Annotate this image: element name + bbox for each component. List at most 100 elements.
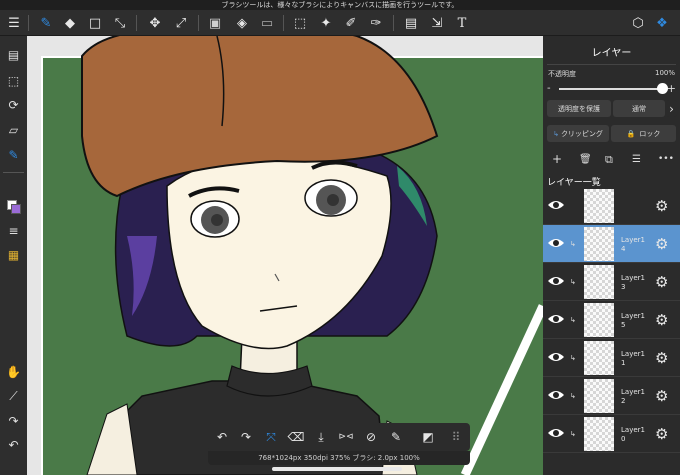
minus-icon[interactable]: - — [547, 83, 551, 94]
eye-icon[interactable] — [547, 275, 565, 287]
save-icon[interactable]: ◩ — [418, 427, 438, 447]
home-indicator — [272, 467, 402, 471]
clipping-button[interactable]: ↳ クリッピング — [547, 125, 609, 142]
divider — [3, 172, 24, 173]
eyedropper-icon[interactable]: ⟋ — [3, 386, 24, 407]
grab-icon[interactable]: ⇲ — [427, 13, 447, 33]
eye-icon[interactable] — [547, 389, 565, 401]
layer-row[interactable]: ↳ Layer15 ⚙ — [543, 301, 680, 339]
redo-icon[interactable]: ↷ — [3, 410, 24, 431]
select-pen-icon[interactable]: ✐ — [341, 13, 361, 33]
layer-name: Layer13 — [621, 274, 645, 291]
layer-panel: レイヤー 不透明度 100% - + 透明度を保護 通常 › ↳ クリッピング 🔒… — [543, 36, 680, 475]
grip-icon[interactable]: ⠿ — [446, 427, 466, 447]
clip-marker-icon: ↳ — [570, 354, 576, 362]
eye-icon[interactable] — [547, 427, 565, 439]
layer-row[interactable]: ↳ Layer12 ⚙ — [543, 377, 680, 415]
more-icon[interactable]: ••• — [658, 154, 674, 164]
import-icon[interactable]: ⤓ — [311, 427, 331, 447]
undo-icon[interactable]: ↶ — [3, 434, 24, 455]
select-eraser-icon[interactable]: ✑ — [366, 13, 386, 33]
gear-icon[interactable]: ⚙ — [655, 425, 668, 443]
undo-icon[interactable]: ↶ — [212, 427, 232, 447]
canvas-area[interactable] — [27, 36, 543, 475]
gear-icon[interactable]: ⚙ — [655, 197, 668, 215]
blend-mode-button[interactable]: 通常 — [613, 100, 665, 117]
no-rotate-icon[interactable]: ⊘ — [361, 427, 381, 447]
fill-color-icon[interactable]: ▣ — [205, 13, 225, 33]
gear-icon[interactable]: ⚙ — [655, 387, 668, 405]
clipping-label: クリッピング — [560, 129, 603, 138]
color-icon[interactable] — [3, 196, 24, 217]
plus-icon[interactable]: + — [667, 82, 676, 95]
layers-icon[interactable]: ❖ — [652, 13, 672, 33]
opacity-slider[interactable]: - + — [547, 82, 676, 95]
gear-icon[interactable]: ⚙ — [655, 235, 668, 253]
eye-icon[interactable] — [547, 237, 565, 249]
menu-icon[interactable]: ☰ — [4, 13, 24, 33]
chevron-right-icon[interactable]: › — [666, 100, 677, 117]
divider — [136, 15, 137, 31]
ruler-icon[interactable]: ▱ — [3, 119, 24, 140]
eraser-tool-icon[interactable]: ◆ — [60, 13, 80, 33]
redo-icon[interactable]: ↷ — [236, 427, 256, 447]
duplicate-layer-icon[interactable]: ⧉ — [605, 153, 613, 167]
layer-row[interactable]: ⚙ — [543, 187, 680, 225]
brush-tool-icon[interactable]: ✎ — [36, 13, 56, 33]
layer-name: Layer10 — [621, 426, 645, 443]
add-layer-icon[interactable]: + — [552, 152, 562, 166]
eraser-icon[interactable]: ⌫ — [286, 427, 306, 447]
bucket-tool-icon[interactable]: ◈ — [232, 13, 252, 33]
clip-marker-icon: ↳ — [570, 316, 576, 324]
layer-icon[interactable]: ≡ — [3, 220, 24, 241]
top-toolbar: ☰ ✎ ◆ □ ⤡ ✥ ⤢ ▣ ◈ ▭ ⬚ ✦ ✐ ✑ ▤ ⇲ T ⬡ ❖ — [0, 10, 680, 36]
layer-name: Layer14 — [621, 236, 645, 253]
eye-icon[interactable] — [547, 313, 565, 325]
layer-thumbnail — [584, 303, 614, 337]
rotate-icon[interactable]: ⟳ — [3, 94, 24, 115]
layer-thumbnail — [584, 265, 614, 299]
delete-layer-icon[interactable]: 🗑 — [579, 154, 592, 165]
palette-icon[interactable]: ▦ — [3, 244, 24, 265]
magic-wand-icon[interactable]: ✦ — [316, 13, 336, 33]
layer-row[interactable]: ↳ Layer13 ⚙ — [543, 263, 680, 301]
pages-icon[interactable]: ▤ — [3, 44, 24, 65]
flip-icon[interactable]: ⊳⊲ — [336, 427, 356, 447]
clip-marker-icon: ↳ — [570, 240, 576, 248]
select-tool-icon[interactable]: ⬚ — [290, 13, 310, 33]
move-tool-icon[interactable]: ✥ — [145, 13, 165, 33]
protect-alpha-button[interactable]: 透明度を保護 — [547, 100, 611, 117]
transform-tool-icon[interactable]: ⤢ — [171, 13, 191, 33]
gear-icon[interactable]: ⚙ — [655, 311, 668, 329]
material-icon[interactable]: ⬡ — [628, 13, 648, 33]
eye-icon[interactable] — [547, 351, 565, 363]
artwork — [41, 36, 543, 475]
eye-icon[interactable] — [547, 199, 565, 211]
text-tool-icon[interactable]: T — [452, 13, 472, 33]
layer-thumbnail — [584, 417, 614, 451]
filter-icon[interactable]: ▤ — [401, 13, 421, 33]
layer-name: Layer11 — [621, 350, 645, 367]
divider — [198, 15, 199, 31]
edit-icon[interactable]: ✎ — [386, 427, 406, 447]
divider — [547, 64, 676, 65]
selection-icon[interactable]: ⬚ — [3, 70, 24, 91]
gear-icon[interactable]: ⚙ — [655, 349, 668, 367]
layer-row[interactable]: ↳ Layer11 ⚙ — [543, 339, 680, 377]
clip-marker-icon: ↳ — [570, 278, 576, 286]
gradient-line-tool-icon[interactable]: ⤡ — [110, 13, 130, 33]
divider — [393, 15, 394, 31]
layer-list-icon[interactable]: ☰ — [632, 154, 641, 165]
gear-icon[interactable]: ⚙ — [655, 273, 668, 291]
pen-icon[interactable]: ✎ — [3, 144, 24, 165]
transform-icon[interactable]: ⤧ — [261, 427, 281, 447]
shape-tool-icon[interactable]: □ — [85, 13, 105, 33]
layer-row[interactable]: ↳ Layer14 ⚙ — [543, 225, 680, 263]
tooltip-bar: ブラシツールは、様々なブラシによりキャンバスに描画を行うツールです。 — [0, 0, 680, 10]
slider-track — [559, 88, 663, 90]
lock-button[interactable]: 🔒 ロック — [611, 125, 676, 142]
gradient-tool-icon[interactable]: ▭ — [257, 13, 277, 33]
layer-name: Layer15 — [621, 312, 645, 329]
layer-row[interactable]: ↳ Layer10 ⚙ — [543, 415, 680, 453]
hand-icon[interactable]: ✋ — [3, 361, 24, 382]
